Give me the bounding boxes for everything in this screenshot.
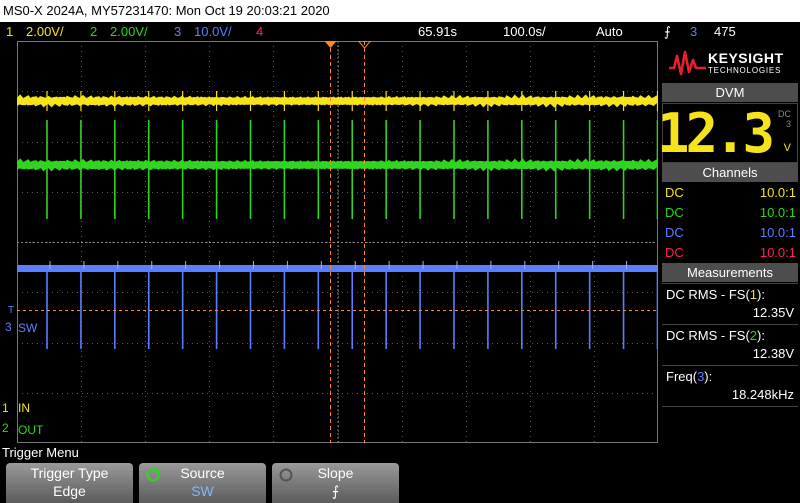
trigger-position-icon — [324, 41, 337, 48]
channel-coupling: DC — [665, 205, 684, 220]
measurements-box: DC RMS - FS(1): 12.35V DC RMS - FS(2): 12.3… — [662, 283, 798, 443]
ch3-scale[interactable]: 10.0V/ — [194, 22, 232, 41]
measurement-label: DC RMS - FS(1): — [666, 287, 765, 302]
dvm-value: 12.3 — [656, 102, 775, 165]
waveform-display[interactable] — [17, 41, 658, 443]
ch2-trace — [17, 158, 658, 172]
channel-status-bar: 1 2.00V/ 2 2.00V/ 3 10.0V/ 4 65.91s 100.… — [0, 22, 800, 41]
right-panel: KEYSIGHT TECHNOLOGIES DVM 12.3 V DC 3 Cha… — [657, 41, 800, 443]
dvm-header[interactable]: DVM — [662, 83, 798, 102]
trigger-slope-icon: ⨍ — [664, 24, 671, 39]
ch4-num[interactable]: 4 — [256, 22, 263, 41]
brand-logo: KEYSIGHT TECHNOLOGIES — [660, 41, 800, 83]
channel-row[interactable]: DC 10.0:1 — [662, 203, 798, 223]
trigger-level[interactable]: 475 — [714, 22, 736, 41]
softkey-slope-label: Slope — [317, 465, 354, 481]
channel-row[interactable]: DC 10.0:1 — [662, 183, 798, 203]
channels-header[interactable]: Channels — [662, 163, 798, 182]
softkey-slope[interactable]: Slope ⨍ — [272, 463, 399, 503]
softkey-source-label: Source — [180, 465, 225, 481]
dvm-caption: DC 3 — [778, 109, 791, 129]
ch3-marker-label: SW — [18, 321, 38, 335]
dvm-mode: DC — [778, 109, 791, 119]
waveform-canvas — [17, 41, 658, 443]
softkey-trigger-type[interactable]: Trigger Type Edge — [6, 463, 133, 503]
menu-title: Trigger Menu — [2, 445, 79, 460]
softkey-bar: Trigger Type Edge Source SW Slope ⨍ — [0, 461, 800, 503]
ch2-marker-label: OUT — [18, 423, 44, 437]
ch3-marker-num: 3 — [5, 320, 12, 334]
softkey-source-value: SW — [191, 483, 214, 499]
channel-probe: 10.0:1 — [759, 185, 796, 200]
ch2-marker-num: 2 — [2, 421, 9, 435]
delay-readout[interactable]: 100.0s/ — [503, 22, 546, 41]
dvm-readout: 12.3 V DC 3 — [657, 103, 798, 164]
brand-name: KEYSIGHT — [708, 50, 784, 66]
ch1-trace — [17, 94, 658, 108]
softkey-slope-value: ⨍ — [331, 483, 340, 499]
brand-sub: TECHNOLOGIES — [708, 66, 782, 75]
channel-row[interactable]: DC 10.0:1 — [662, 223, 798, 243]
measurement-value: 12.38V — [752, 346, 794, 361]
measurements-header[interactable]: Measurements — [662, 263, 798, 282]
dvm-source: 3 — [785, 119, 791, 129]
channel-probe: 10.0:1 — [759, 205, 796, 220]
channel-coupling: DC — [665, 245, 684, 260]
ch1-scale[interactable]: 2.00V/ — [26, 22, 64, 41]
ch3-trace — [17, 265, 658, 272]
title-bar: MS0-X 2024A, MY57231470: Mon Oct 19 20:0… — [0, 0, 800, 22]
softkey-trigger-type-label: Trigger Type — [30, 465, 109, 481]
softkey-source[interactable]: Source SW — [139, 463, 266, 503]
acquisition-mode[interactable]: Auto — [596, 22, 623, 41]
ch1-marker-label: IN — [18, 401, 30, 415]
trigger-source[interactable]: 3 — [690, 22, 697, 41]
trigger-level-marker: T — [8, 305, 15, 316]
ch3-num[interactable]: 3 — [174, 22, 181, 41]
measurement-label: DC RMS - FS(2): — [666, 328, 765, 343]
ch1-num[interactable]: 1 — [6, 22, 13, 41]
timebase-readout[interactable]: 65.91s — [418, 22, 457, 41]
measurement-value: 12.35V — [752, 305, 794, 320]
measurement-label: Freq(3): — [666, 369, 713, 384]
channel-row[interactable]: DC 10.0:1 — [662, 243, 798, 263]
keysight-wave-icon — [669, 50, 706, 76]
channel-probe: 10.0:1 — [759, 245, 796, 260]
dvm-unit: V — [783, 142, 791, 154]
channel-probe: 10.0:1 — [759, 225, 796, 240]
ch2-num[interactable]: 2 — [90, 22, 97, 41]
ch1-marker-num: 1 — [2, 401, 9, 415]
measurement-value: 18.248kHz — [731, 387, 794, 402]
measurement-item[interactable]: DC RMS - FS(2): 12.38V — [662, 325, 798, 366]
measurement-item[interactable]: Freq(3): 18.248kHz — [662, 366, 798, 407]
ch2-scale[interactable]: 2.00V/ — [110, 22, 148, 41]
softkey-trigger-type-value: Edge — [53, 483, 86, 499]
channel-coupling: DC — [665, 185, 684, 200]
channel-coupling: DC — [665, 225, 684, 240]
measurement-item[interactable]: DC RMS - FS(1): 12.35V — [662, 284, 798, 325]
